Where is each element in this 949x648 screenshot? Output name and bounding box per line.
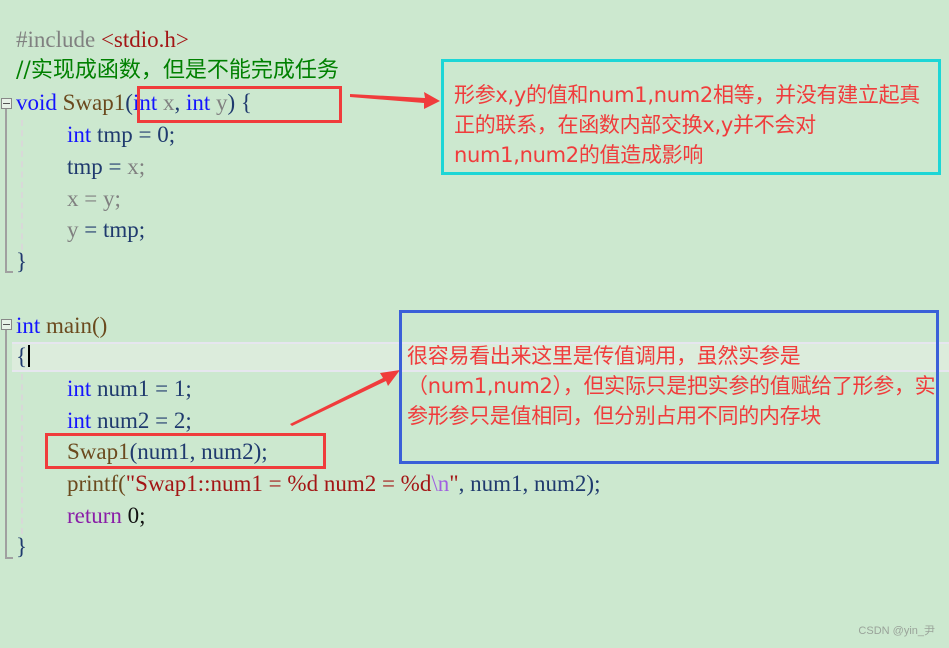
fold-toggle-swap1[interactable]	[1, 98, 12, 109]
fold-end-main	[5, 557, 13, 559]
call-highlight-box	[45, 433, 326, 469]
code-line-y-assign: y = tmp;	[67, 217, 146, 242]
fold-toggle-main[interactable]	[1, 319, 12, 330]
call-explanation-note: 很容易看出来这里是传值调用，虽然实参是（num1,num2），但实际只是把实参的…	[399, 310, 939, 464]
code-line-swap1-close: }	[16, 249, 28, 274]
params-highlight-box	[137, 86, 342, 123]
code-line-main-close: }	[16, 534, 28, 559]
text-caret	[28, 345, 31, 367]
code-line-num2-decl: int num2 = 2;	[67, 408, 192, 433]
code-line-tmp-assign: tmp = x;	[67, 154, 146, 179]
fold-line-main	[5, 330, 7, 558]
code-line-tmp-decl: int tmp = 0;	[67, 122, 176, 147]
code-line-x-assign: x = y;	[67, 186, 121, 211]
code-line-return: return 0;	[67, 503, 146, 528]
code-line-printf: printf("Swap1::num1 = %d num2 = %d\n", n…	[67, 471, 601, 496]
code-line-main-open: {	[16, 341, 31, 372]
code-line-include: #include <stdio.h>	[16, 27, 189, 52]
fold-line-swap1	[5, 109, 7, 272]
watermark: CSDN @yin_尹	[858, 625, 935, 637]
fold-end-swap1	[5, 271, 13, 273]
indent-guide	[21, 374, 23, 534]
code-line-comment: //实现成函数，但是不能完成任务	[16, 58, 339, 83]
code-line-num1-decl: int num1 = 1;	[67, 376, 192, 401]
indent-guide	[21, 120, 23, 260]
code-line-main-signature: int main()	[16, 313, 108, 338]
params-explanation-note: 形参x,y的值和num1,num2相等，并没有建立起真正的联系，在函数内部交换x…	[441, 59, 941, 175]
